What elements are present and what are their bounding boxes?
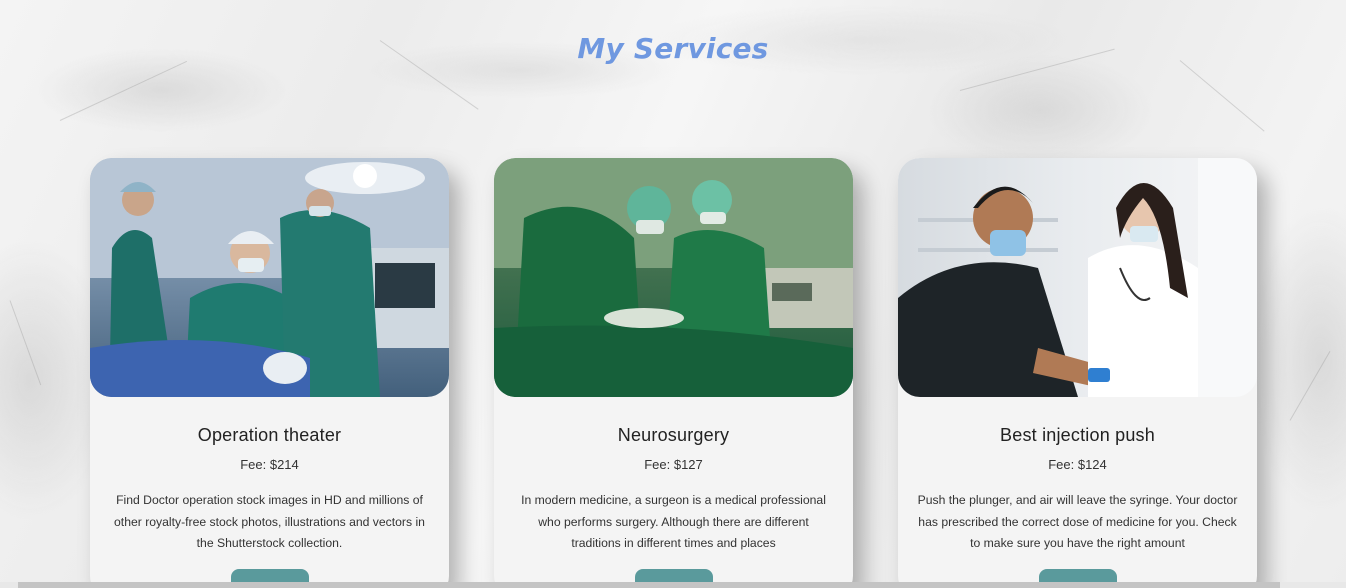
services-card-list: Operation theater Fee: $214 Find Doctor … [90, 158, 1257, 588]
service-image-neurosurgery [494, 158, 853, 397]
service-image-operation-theater [90, 158, 449, 397]
neurosurgery-illustration [494, 158, 853, 397]
service-fee: Fee: $214 [240, 457, 299, 472]
injection-illustration [898, 158, 1257, 397]
service-title: Best injection push [1000, 425, 1155, 445]
horizontal-scrollbar[interactable] [0, 582, 1346, 588]
service-fee: Fee: $127 [644, 457, 703, 472]
service-card: Neurosurgery Fee: $127 In modern medicin… [494, 158, 853, 588]
service-description: Push the plunger, and air will leave the… [917, 493, 1238, 550]
service-image-injection [898, 158, 1257, 397]
section-title: My Services [577, 32, 769, 65]
service-card: Best injection push Fee: $124 Push the p… [898, 158, 1257, 588]
service-description: In modern medicine, a surgeon is a medic… [521, 493, 826, 550]
service-description: Find Doctor operation stock images in HD… [114, 493, 425, 550]
service-fee: Fee: $124 [1048, 457, 1107, 472]
operation-theater-illustration [90, 158, 449, 397]
service-title: Neurosurgery [617, 425, 730, 445]
service-card: Operation theater Fee: $214 Find Doctor … [90, 158, 449, 588]
scrollbar-thumb[interactable] [18, 582, 1280, 588]
service-title: Operation theater [197, 425, 342, 445]
